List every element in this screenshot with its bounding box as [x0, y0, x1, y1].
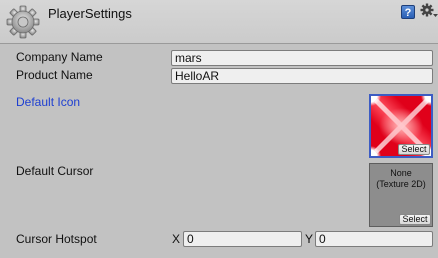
hotspot-x-field[interactable]: 0	[183, 231, 302, 247]
inspector-title: PlayerSettings	[48, 6, 132, 21]
inspector-header: PlayerSettings ?	[0, 0, 438, 44]
default-cursor-label: Default Cursor	[16, 164, 94, 178]
default-icon-texture-slot[interactable]: Select	[369, 94, 433, 158]
default-cursor-select-button[interactable]: Select	[399, 214, 431, 225]
default-icon-select-button[interactable]: Select	[398, 144, 430, 155]
hotspot-y-label: Y	[305, 232, 314, 246]
player-settings-inspector: PlayerSettings ? Company Name mars Produ…	[0, 0, 438, 258]
product-name-field[interactable]: HelloAR	[171, 68, 433, 84]
settings-menu-icon[interactable]	[420, 3, 438, 19]
cursor-hotspot-label: Cursor Hotspot	[16, 232, 97, 246]
hotspot-y-field[interactable]: 0	[315, 231, 433, 247]
company-name-field[interactable]: mars	[171, 50, 433, 66]
help-icon[interactable]: ?	[401, 5, 415, 19]
default-icon-label: Default Icon	[16, 95, 81, 109]
cursor-none-text: None (Texture 2D)	[376, 168, 426, 189]
gear-icon	[6, 5, 40, 39]
hotspot-x-label: X	[172, 232, 181, 246]
company-name-label: Company Name	[16, 50, 103, 64]
product-name-label: Product Name	[16, 68, 93, 82]
default-cursor-texture-slot[interactable]: None (Texture 2D) Select	[369, 163, 433, 227]
